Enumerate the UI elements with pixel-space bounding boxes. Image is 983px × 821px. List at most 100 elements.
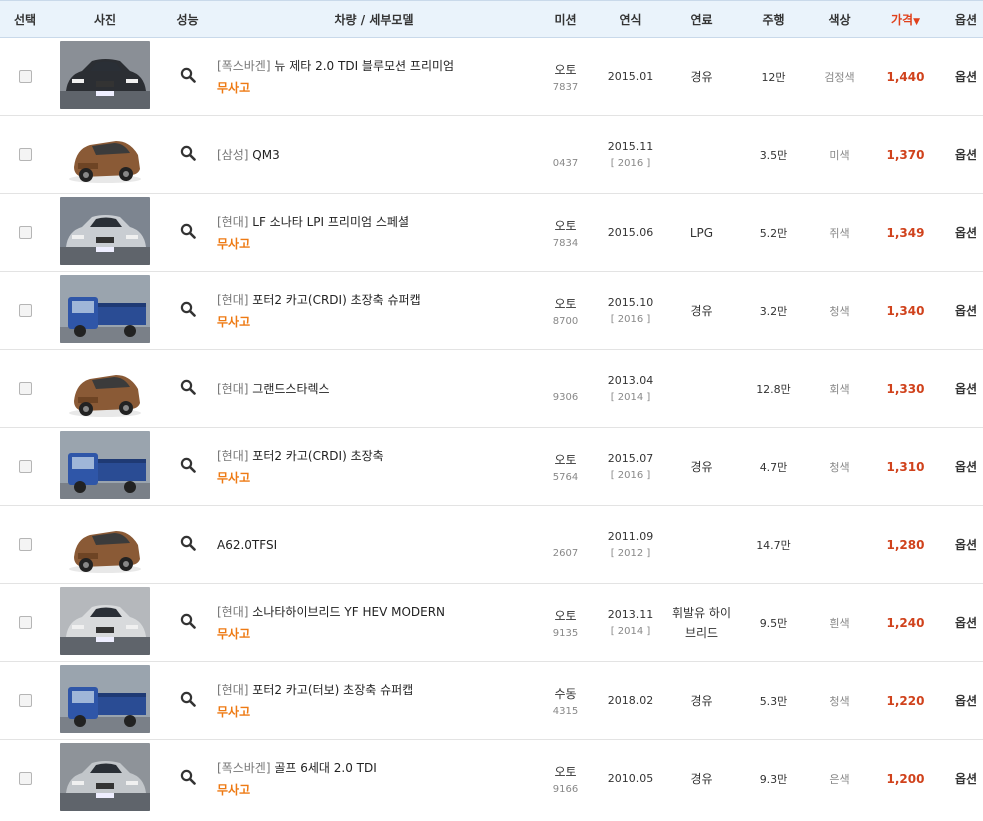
- col-performance-header: 성능: [160, 0, 215, 38]
- row-checkbox[interactable]: [18, 771, 32, 785]
- option-link[interactable]: 옵션: [955, 616, 977, 630]
- option-link[interactable]: 옵션: [955, 538, 977, 552]
- model-link[interactable]: [현대] LF 소나타 LPI 프리미엄 스페셜: [217, 213, 533, 230]
- table-row: [현대] LF 소나타 LPI 프리미엄 스페셜 무사고 오토 7834 2015.06…: [0, 193, 983, 272]
- model-link[interactable]: [현대] 그랜드스타렉스: [217, 380, 533, 397]
- mileage-cell: 5.2만: [740, 193, 807, 272]
- select-cell: [0, 37, 50, 116]
- car-photo[interactable]: [60, 743, 150, 811]
- listing-number: 9166: [552, 783, 579, 795]
- magnifier-icon[interactable]: [180, 613, 196, 629]
- car-photo[interactable]: [60, 587, 150, 655]
- option-link[interactable]: 옵션: [955, 148, 977, 162]
- price-value: 1,240: [886, 615, 925, 630]
- col-mission-header: 미션: [533, 0, 598, 38]
- performance-cell: [160, 271, 215, 350]
- price-cell: 1,349: [872, 193, 939, 272]
- performance-cell: [160, 661, 215, 740]
- table-row: [폭스바겐] 골프 6세대 2.0 TDI 무사고 오토 9166 2010.05 경유 9…: [0, 740, 983, 818]
- year-cell: 2015.10 [ 2016 ]: [598, 271, 663, 350]
- model-link[interactable]: [폭스바겐] 뉴 제타 2.0 TDI 블루모션 프리미엄: [217, 57, 533, 74]
- car-listing-table: 선택 사진 성능 차량 / 세부모델 미션 연식 연료 주행 색상 가격▼ 옵션…: [0, 0, 983, 817]
- magnifier-icon[interactable]: [180, 535, 196, 551]
- car-model-name: QM3: [252, 148, 280, 162]
- photo-cell: [50, 661, 160, 740]
- select-cell: [0, 661, 50, 740]
- no-accident-badge: 무사고: [217, 315, 251, 329]
- model-cell: A62.0TFSI: [215, 505, 533, 584]
- registration-date: 2015.11: [607, 140, 654, 153]
- performance-cell: [160, 740, 215, 818]
- car-photo[interactable]: [60, 509, 150, 577]
- magnifier-icon[interactable]: [180, 67, 196, 83]
- table-row: [현대] 포터2 카고(CRDI) 초장축 슈퍼캡 무사고 오토 8700 2015.1…: [0, 271, 983, 350]
- select-cell: [0, 505, 50, 584]
- magnifier-icon[interactable]: [180, 223, 196, 239]
- car-model-name: 포터2 카고(CRDI) 초장축 슈퍼캡: [252, 293, 421, 307]
- mileage-cell: 12만: [740, 37, 807, 116]
- car-photo[interactable]: [60, 119, 150, 187]
- no-accident-badge: 무사고: [217, 237, 251, 251]
- model-link[interactable]: A62.0TFSI: [217, 538, 533, 552]
- year-cell: 2015.07 [ 2016 ]: [598, 427, 663, 506]
- row-checkbox[interactable]: [18, 693, 32, 707]
- magnifier-icon[interactable]: [180, 301, 196, 317]
- row-checkbox[interactable]: [18, 69, 32, 83]
- option-link[interactable]: 옵션: [955, 772, 977, 786]
- row-checkbox[interactable]: [18, 459, 32, 473]
- car-photo[interactable]: [60, 197, 150, 265]
- table-row: [폭스바겐] 뉴 제타 2.0 TDI 블루모션 프리미엄 무사고 오토 7837 20…: [0, 37, 983, 116]
- year-cell: 2018.02: [598, 661, 663, 740]
- model-link[interactable]: [삼성] QM3: [217, 146, 533, 163]
- color-value: 쥐색: [829, 226, 850, 240]
- car-photo[interactable]: [60, 353, 150, 421]
- price-cell: 1,340: [872, 271, 939, 350]
- col-price-sort-header[interactable]: 가격▼: [872, 0, 939, 38]
- performance-cell: [160, 427, 215, 506]
- color-cell: 회색: [807, 349, 872, 428]
- row-checkbox[interactable]: [18, 381, 32, 395]
- fuel-type: 경유: [690, 303, 713, 318]
- color-value: 청색: [829, 460, 850, 474]
- fuel-cell: [663, 349, 740, 428]
- row-checkbox[interactable]: [18, 303, 32, 317]
- car-model-name: 소나타하이브리드 YF HEV MODERN: [252, 605, 446, 619]
- model-link[interactable]: [현대] 포터2 카고(CRDI) 초장축 슈퍼캡: [217, 291, 533, 308]
- model-cell: [현대] 포터2 카고(CRDI) 초장축 슈퍼캡무사고: [215, 271, 533, 350]
- mission-cell: 오토 7837: [533, 37, 598, 116]
- option-link[interactable]: 옵션: [955, 226, 977, 240]
- car-brand: [폭스바겐]: [217, 761, 271, 775]
- car-photo[interactable]: [60, 665, 150, 733]
- row-checkbox[interactable]: [18, 225, 32, 239]
- row-checkbox[interactable]: [18, 147, 32, 161]
- magnifier-icon[interactable]: [180, 145, 196, 161]
- row-checkbox[interactable]: [18, 537, 32, 551]
- year-cell: 2010.05: [598, 740, 663, 818]
- car-photo[interactable]: [60, 431, 150, 499]
- mission-cell: 오토 9135: [533, 583, 598, 662]
- model-link[interactable]: [현대] 포터2 카고(CRDI) 초장축: [217, 447, 533, 464]
- magnifier-icon[interactable]: [180, 691, 196, 707]
- fuel-type: 경유: [690, 69, 713, 84]
- model-link[interactable]: [현대] 포터2 카고(터보) 초장축 슈퍼캡: [217, 681, 533, 698]
- option-link[interactable]: 옵션: [955, 460, 977, 474]
- car-photo[interactable]: [60, 275, 150, 343]
- magnifier-icon[interactable]: [180, 457, 196, 473]
- mission-cell: 오토 9166: [533, 740, 598, 818]
- photo-cell: [50, 583, 160, 662]
- magnifier-icon[interactable]: [180, 769, 196, 785]
- price-value: 1,280: [886, 537, 925, 552]
- row-checkbox[interactable]: [18, 615, 32, 629]
- model-link[interactable]: [현대] 소나타하이브리드 YF HEV MODERN: [217, 603, 533, 620]
- model-year: [ 2014 ]: [610, 626, 651, 637]
- car-brand: [현대]: [217, 605, 249, 619]
- car-brand: [현대]: [217, 449, 249, 463]
- option-link[interactable]: 옵션: [955, 70, 977, 84]
- car-photo[interactable]: [60, 41, 150, 109]
- magnifier-icon[interactable]: [180, 379, 196, 395]
- fuel-type: 경유: [690, 771, 713, 786]
- option-link[interactable]: 옵션: [955, 304, 977, 318]
- option-link[interactable]: 옵션: [955, 694, 977, 708]
- model-link[interactable]: [폭스바겐] 골프 6세대 2.0 TDI: [217, 759, 533, 776]
- option-link[interactable]: 옵션: [955, 382, 977, 396]
